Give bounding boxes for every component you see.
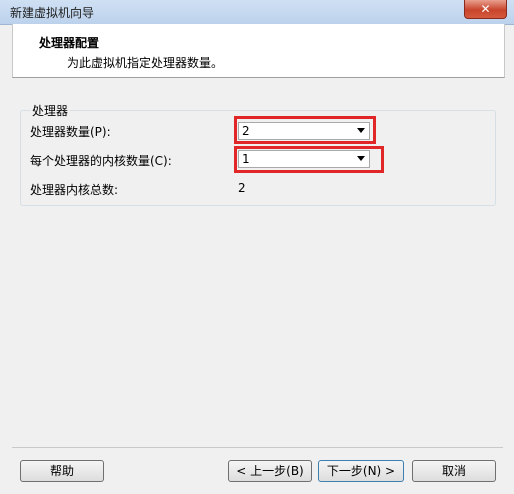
next-button[interactable]: 下一步(N) > xyxy=(318,460,404,482)
back-button[interactable]: < 上一步(B) xyxy=(228,460,312,482)
page-subtitle: 为此虚拟机指定处理器数量。 xyxy=(67,56,224,70)
wizard-window: 新建虚拟机向导 ✕ 处理器配置 为此虚拟机指定处理器数量。 处理器 处理器数量(… xyxy=(0,0,514,494)
window-title: 新建虚拟机向导 xyxy=(10,6,95,20)
footer-divider xyxy=(12,447,503,448)
cancel-button[interactable]: 取消 xyxy=(412,460,496,482)
wizard-header: 处理器配置 为此虚拟机指定处理器数量。 xyxy=(12,24,505,78)
close-icon: ✕ xyxy=(480,2,491,16)
processor-count-label: 处理器数量(P): xyxy=(30,125,111,139)
processor-group-legend: 处理器 xyxy=(30,102,71,119)
total-cores-label: 处理器内核总数: xyxy=(30,183,119,197)
total-cores-value: 2 xyxy=(238,181,246,195)
page-title: 处理器配置 xyxy=(39,36,100,50)
close-button[interactable]: ✕ xyxy=(464,0,507,19)
cores-per-processor-label: 每个处理器的内核数量(C): xyxy=(30,154,172,168)
title-bar: 新建虚拟机向导 ✕ xyxy=(0,0,514,25)
help-button[interactable]: 帮助 xyxy=(20,460,104,482)
highlight-box-processor-count xyxy=(234,116,376,144)
highlight-box-cores-per-processor xyxy=(234,146,384,173)
